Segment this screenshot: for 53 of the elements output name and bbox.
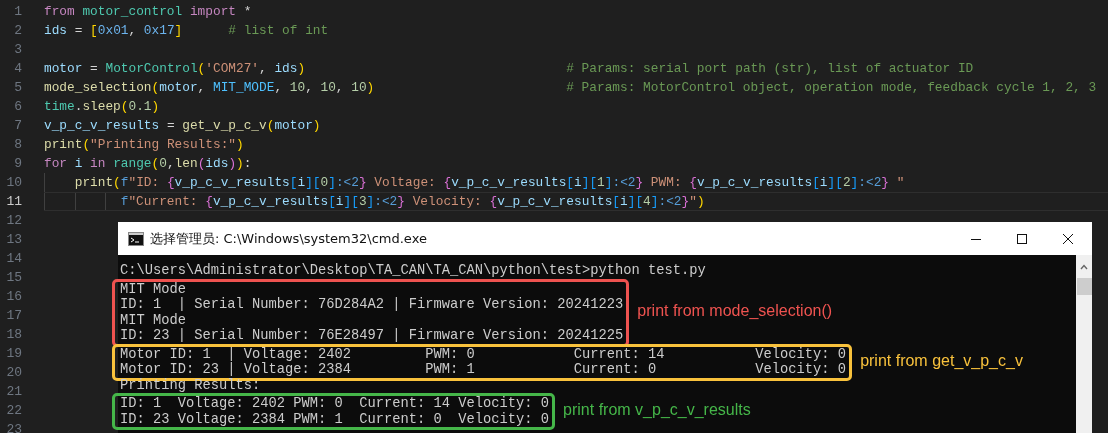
console-line: ID: 1 Voltage: 2402 PWM: 0 Current: 14 Velocity: 0 xyxy=(120,396,550,412)
line-number: 14 xyxy=(5,250,22,268)
annotation-label: print from v_p_c_v_results xyxy=(563,401,751,419)
line-number: 22 xyxy=(5,402,22,420)
code-line: time.sleep(0.1) xyxy=(44,98,160,116)
scrollbar[interactable] xyxy=(1076,255,1092,433)
line-number: 13 xyxy=(5,231,22,249)
terminal-icon xyxy=(128,231,144,246)
console-line: ID: 23 Voltage: 2384 PWM: 1 Current: 0 Velocity: 0 xyxy=(120,411,550,427)
console-line: ID: 1 | Serial Number: 76D284A2 | Firmware Version: 20241223 xyxy=(120,297,624,313)
console-line: Printing Results: xyxy=(120,377,262,393)
line-number: 6 xyxy=(13,98,22,116)
console-line: MIT Mode xyxy=(120,281,187,297)
code-line: from motor_control import * xyxy=(44,3,252,21)
line-number: 1 xyxy=(13,3,22,21)
line-number: 5 xyxy=(13,79,22,97)
scroll-up-icon[interactable] xyxy=(1080,264,1088,270)
console-line: Motor ID: 1 | Voltage: 2402 PWM: 0 Current: 14 Velocity: 0 xyxy=(120,346,847,362)
line-number: 23 xyxy=(5,421,22,433)
line-number: 19 xyxy=(5,345,22,363)
line-number: 16 xyxy=(5,288,22,306)
annotation-label: print from mode_selection() xyxy=(637,302,833,320)
line-number: 15 xyxy=(5,269,22,287)
code-line: mode_selection(motor, MIT_MODE, 10, 10, 10) # Params: MotorControl object, operation mode, feedback cycle 1, 2, 3 xyxy=(44,79,1097,97)
console-line: C:\Users\Administrator\Desktop\TA_CAN\TA_CAN\python\test>python test.py xyxy=(120,263,707,279)
line-number: 3 xyxy=(13,41,22,59)
line-number: 4 xyxy=(13,60,22,78)
code-line: print(f"ID: {v_p_c_v_results[i][0]:<2} Voltage: {v_p_c_v_results[i][1]:<2} PWM: {v_p_c_v_results[i][2]:<2} " xyxy=(44,173,905,192)
scrollbar-thumb[interactable] xyxy=(1076,278,1092,295)
code-line: print("Printing Results:") xyxy=(44,136,244,154)
console-line: ID: 23 | Serial Number: 76E28497 | Firmware Version: 20241225 xyxy=(120,328,624,344)
line-number: 9 xyxy=(13,155,22,173)
code-line: for i in range(0,len(ids)): xyxy=(44,155,252,173)
console-line: MIT Mode xyxy=(120,312,187,328)
close-icon[interactable] xyxy=(1062,232,1074,245)
line-number: 10 xyxy=(5,174,22,192)
line-number: 12 xyxy=(5,212,22,230)
line-number: 2 xyxy=(13,22,22,40)
line-number: 8 xyxy=(13,136,22,154)
code-line: v_p_c_v_results = get_v_p_c_v(motor) xyxy=(44,117,321,135)
line-number: 21 xyxy=(5,383,22,401)
annotation-label: print from get_v_p_c_v xyxy=(860,351,1023,370)
code-line: f"Current: {v_p_c_v_results[i][3]:<2} Velocity: {v_p_c_v_results[i][4]:<2}") xyxy=(44,192,1108,211)
code-line: motor = MotorControl('COM27', ids) # Params: serial port path (str), list of actuator ID xyxy=(44,60,974,78)
code-line: ids = [0x01, 0x17] # list of int xyxy=(44,22,329,40)
line-number: 20 xyxy=(5,364,22,382)
console-line: Motor ID: 23 | Voltage: 2384 PWM: 1 Current: 0 Velocity: 0 xyxy=(120,362,847,378)
line-number: 7 xyxy=(13,117,22,135)
line-number: 17 xyxy=(5,307,22,325)
line-number: 18 xyxy=(5,326,22,344)
maximize-icon[interactable] xyxy=(1016,232,1028,245)
line-number: 11 xyxy=(5,193,22,211)
window-title: 选择管理员: C:\Windows\system32\cmd.exe xyxy=(150,229,427,248)
